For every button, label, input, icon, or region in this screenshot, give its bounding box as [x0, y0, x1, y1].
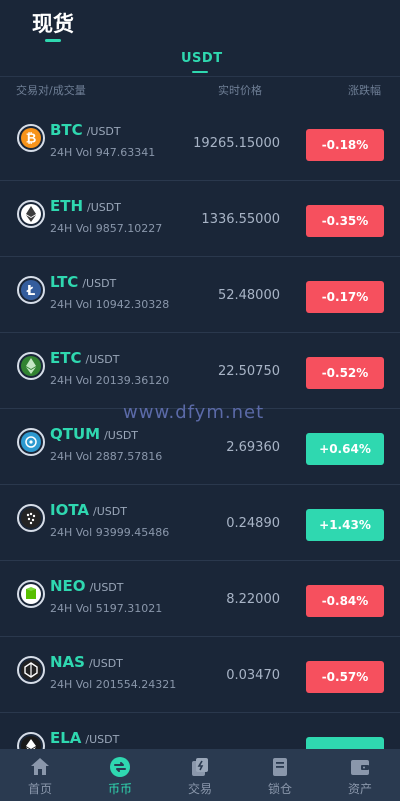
coin-symbol: ELA/USDT [50, 729, 119, 747]
tab-active-indicator [192, 71, 208, 73]
tab-lock-position[interactable]: 锁仓 [240, 749, 320, 801]
tab-label: 资产 [347, 782, 372, 796]
coin-price: 1336.55000 [201, 212, 280, 227]
coin-price: 8.22000 [226, 592, 280, 607]
coin-volume: 24H Vol 9857.10227 [50, 222, 163, 235]
coin-row-nas[interactable]: NAS/USDT 24H Vol 201554.24321 0.03470 -0.57… [0, 636, 400, 713]
coin-symbol: IOTA/USDT [50, 501, 127, 519]
coin-symbol-text: ETC [50, 349, 82, 367]
litecoin-icon: Ł [17, 276, 45, 304]
coin-quote: /USDT [87, 201, 121, 214]
coin-symbol-text: NAS [50, 653, 85, 671]
coin-quote: /USDT [89, 581, 124, 594]
change-badge[interactable]: -0.35% [306, 205, 384, 237]
watermark: www.dfym.net [123, 402, 265, 423]
coin-symbol: LTC/USDT [50, 273, 116, 291]
change-badge[interactable]: -0.57% [306, 661, 384, 693]
coin-row-eth[interactable]: ETH/USDT 24H Vol 9857.10227 1336.55000 -0.3… [0, 180, 400, 257]
column-header-pair: 交易对/成交量 [16, 84, 86, 97]
coin-symbol: ETC/USDT [50, 349, 119, 367]
coin-symbol: NAS/USDT [50, 653, 123, 671]
change-badge[interactable]: +0.64% [306, 433, 384, 465]
coin-symbol: BTC/USDT [50, 121, 121, 139]
nebulas-icon [17, 656, 45, 684]
tab-label: 交易 [187, 782, 212, 796]
svg-text:Ł: Ł [26, 284, 35, 299]
coin-symbol-text: ELA [50, 729, 82, 747]
change-badge[interactable]: +1.43% [306, 509, 384, 541]
coin-volume: 24H Vol 93999.45486 [50, 526, 170, 539]
title-underline [45, 39, 61, 42]
column-header-change: 涨跌幅 [348, 84, 381, 97]
coin-symbol: NEO/USDT [50, 577, 124, 595]
coin-row-iota[interactable]: IOTA/USDT 24H Vol 93999.45486 0.24890 +1.43… [0, 484, 400, 561]
coin-symbol: ETH/USDT [50, 197, 121, 215]
column-header-price: 实时价格 [218, 84, 262, 97]
header: 现货 USDT [0, 0, 400, 78]
coin-volume: 24H Vol 20139.36120 [50, 374, 170, 387]
tab-wallet[interactable]: 资产 [320, 749, 400, 801]
coin-price: 0.24890 [226, 516, 280, 531]
tab-usdt[interactable]: USDT [181, 51, 223, 66]
coin-price: 2.69360 [226, 440, 280, 455]
ethereum-classic-icon [17, 352, 45, 380]
coin-symbol-text: IOTA [50, 501, 90, 519]
coin-price: 52.48000 [217, 288, 280, 303]
bitcoin-icon: ₿ [17, 124, 45, 152]
coin-row-neo[interactable]: NEO/USDT 24H Vol 5197.31021 8.22000 -0.84% [0, 560, 400, 637]
neo-icon [17, 580, 45, 608]
coin-symbol-text: BTC [50, 121, 83, 139]
coin-quote: /USDT [86, 125, 121, 138]
coin-symbol-text: ETH [50, 197, 84, 215]
tab-label: 币币 [107, 782, 132, 796]
coin-symbol-text: NEO [50, 577, 86, 595]
coin-volume: 24H Vol 2887.57816 [50, 450, 163, 463]
divider [0, 76, 400, 77]
coin-quote: /USDT [85, 733, 120, 746]
coin-quote: /USDT [93, 505, 127, 518]
coin-quote: /USDT [104, 429, 139, 442]
page-title: 现货 [32, 12, 74, 36]
tab-label: 首页 [27, 782, 52, 796]
coin-symbol-text: LTC [50, 273, 79, 291]
coin-quote: /USDT [85, 353, 120, 366]
ethereum-icon [17, 200, 45, 228]
tab-trade[interactable]: 交易 [160, 749, 240, 801]
iota-icon [17, 504, 45, 532]
coin-volume: 24H Vol 10942.30328 [50, 298, 170, 311]
coin-volume: 24H Vol 201554.24321 [50, 678, 177, 691]
coin-quote: /USDT [88, 657, 123, 670]
coin-price: 19265.15000 [193, 136, 280, 151]
coin-row-btc[interactable]: ₿ BTC/USDT 24H Vol 947.63341 19265.15000 -0.… [0, 104, 400, 181]
qtum-icon [17, 428, 45, 456]
coin-price: 22.50750 [217, 364, 280, 379]
change-badge[interactable]: -0.84% [306, 585, 384, 617]
change-badge[interactable]: -0.52% [306, 357, 384, 389]
coin-quote: /USDT [82, 277, 117, 290]
bottom-tabbar: 首页 币币 交易 锁仓 资产 [0, 749, 400, 801]
coin-row-ltc[interactable]: Ł LTC/USDT 24H Vol 10942.30328 52.48000 -0.1… [0, 256, 400, 333]
change-badge[interactable]: -0.18% [306, 129, 384, 161]
coin-symbol-text: QTUM [50, 425, 101, 443]
coin-price: 0.03470 [226, 668, 280, 683]
change-badge[interactable]: -0.17% [306, 281, 384, 313]
tab-label: 锁仓 [267, 782, 292, 796]
svg-text:₿: ₿ [26, 132, 37, 147]
tab-home[interactable]: 首页 [0, 749, 80, 801]
coin-row-etc[interactable]: ETC/USDT 24H Vol 20139.36120 22.50750 -0.52… [0, 332, 400, 409]
coin-volume: 24H Vol 947.63341 [50, 146, 156, 159]
coin-volume: 24H Vol 5197.31021 [50, 602, 163, 615]
tab-coin-exchange[interactable]: 币币 [80, 749, 160, 801]
coin-symbol: QTUM/USDT [50, 425, 138, 443]
